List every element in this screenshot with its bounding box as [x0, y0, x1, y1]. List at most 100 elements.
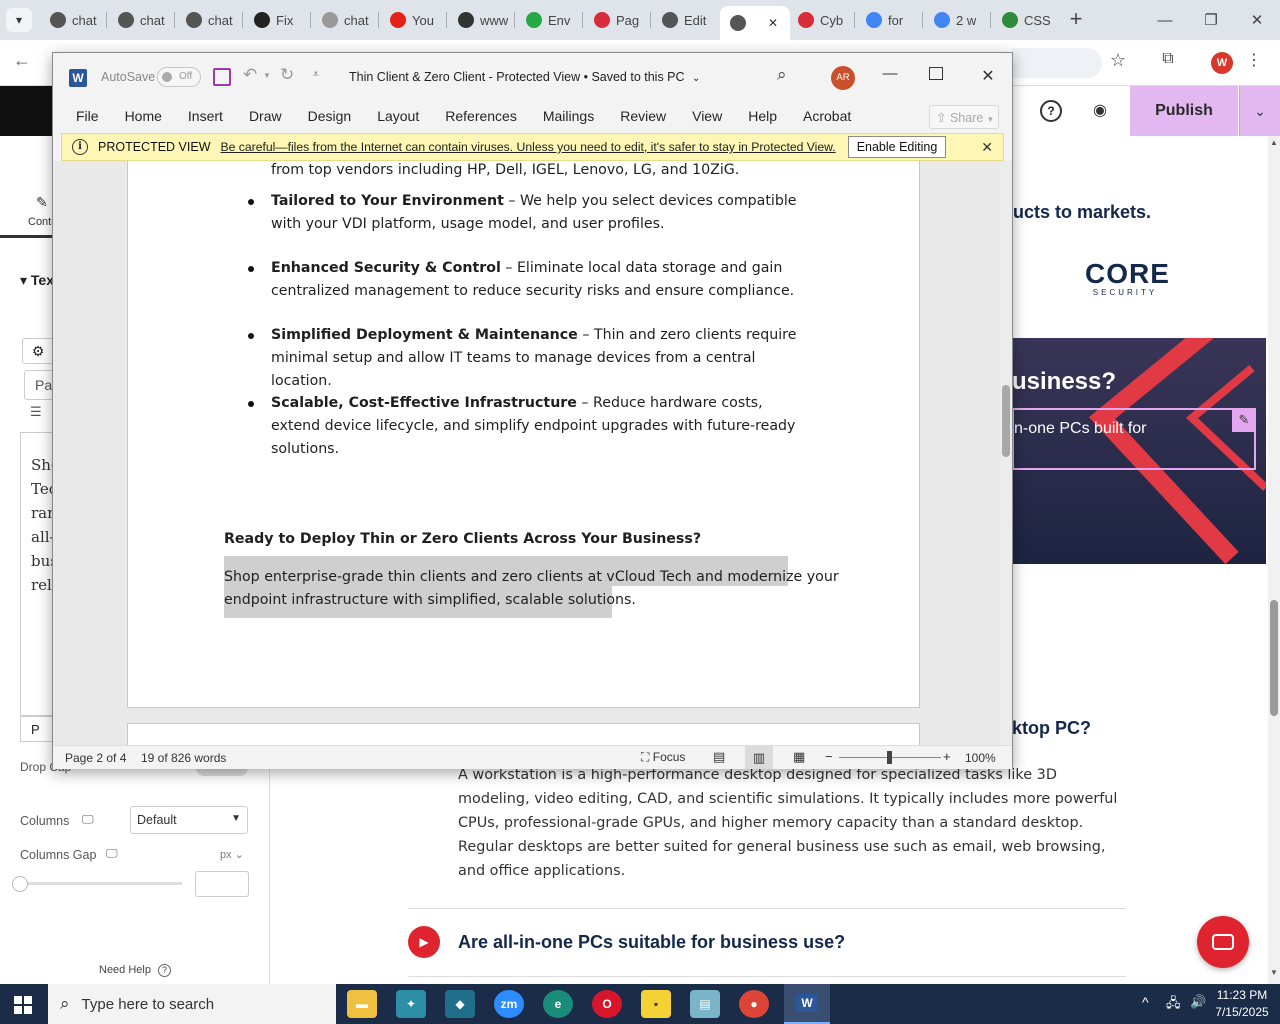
tab-close-icon[interactable]: ✕ — [768, 16, 778, 30]
browser-tab[interactable]: 2 w — [924, 6, 988, 34]
save-icon[interactable] — [213, 68, 231, 86]
scroll-thumb[interactable] — [1270, 600, 1278, 716]
columns-gap-slider-handle[interactable] — [12, 876, 28, 892]
browser-tab[interactable]: www — [448, 6, 512, 34]
zoom-out-icon[interactable]: − — [825, 749, 833, 764]
extensions-icon[interactable]: ⧉ — [1156, 50, 1180, 74]
browser-tab[interactable]: chat — [312, 6, 376, 34]
ribbon-tab[interactable]: Layout — [364, 108, 432, 124]
sticky-notes-icon[interactable]: ▪ — [641, 990, 671, 1018]
minimize-icon[interactable]: — — [1142, 0, 1188, 40]
back-icon[interactable]: ← — [10, 50, 34, 74]
focus-button[interactable]: ⛶ Focus — [641, 750, 685, 765]
word-close-icon[interactable]: ✕ — [977, 66, 999, 86]
responsive-desktop-icon[interactable]: 🖵 — [82, 812, 94, 827]
app-icon-diamond[interactable]: ◆ — [445, 990, 475, 1018]
scroll-up-arrow[interactable]: ▲ — [1270, 138, 1278, 147]
need-help-link[interactable]: Need Help ? — [99, 964, 172, 977]
undo-icon[interactable]: ↶ — [243, 65, 257, 85]
ribbon-tab[interactable]: Home — [112, 108, 175, 124]
opera-browser-icon[interactable]: O — [592, 990, 622, 1018]
word-minimize-icon[interactable]: — — [879, 65, 901, 82]
tab-search-button[interactable]: ▾ — [6, 8, 32, 32]
columns-gap-input[interactable] — [195, 871, 249, 897]
browser-tab[interactable]: chat — [40, 6, 104, 34]
edge-browser-icon[interactable]: e — [543, 990, 573, 1018]
protected-view-message[interactable]: Be careful—files from the Internet can c… — [221, 140, 836, 154]
help-icon[interactable]: ? — [1040, 100, 1062, 122]
zoom-slider-thumb[interactable] — [887, 751, 892, 764]
browser-tab[interactable]: for — [856, 6, 920, 34]
browser-tab[interactable]: chat — [176, 6, 240, 34]
profile-avatar[interactable]: W — [1211, 52, 1233, 74]
undo-dropdown-icon[interactable]: ▼ — [263, 71, 271, 80]
network-icon[interactable]: 🖧 — [1166, 994, 1181, 1016]
close-icon[interactable]: ✕ — [1234, 0, 1280, 40]
autosave-toggle[interactable]: Off — [157, 67, 201, 87]
document-scroll-thumb[interactable] — [1002, 385, 1010, 457]
new-tab-button[interactable]: + — [1064, 6, 1088, 34]
zoom-in-icon[interactable]: + — [943, 749, 951, 764]
word-taskbar-icon[interactable]: W — [784, 984, 830, 1024]
browser-tab[interactable]: Env — [516, 6, 580, 34]
publish-options-chevron-icon[interactable]: ⌄ — [1239, 86, 1280, 136]
volume-icon[interactable]: 🔊 — [1190, 994, 1206, 1010]
publish-button[interactable]: Publish — [1130, 86, 1238, 136]
chrome-browser-icon[interactable]: ● — [739, 990, 769, 1018]
ribbon-tab[interactable]: Help — [735, 108, 790, 124]
chat-launcher-button[interactable] — [1197, 916, 1249, 968]
list-format-icon[interactable]: ☰ — [30, 404, 42, 420]
app-icon-teal[interactable]: ✦ — [396, 990, 426, 1018]
content-tab[interactable]: ✎ Conte — [0, 186, 57, 238]
banner-text-box[interactable]: n-one PCs built for — [1012, 408, 1256, 470]
browser-tab[interactable]: Fix — [244, 6, 308, 34]
text-editor-area[interactable]: Sho Tec ran all-bus reli — [20, 432, 54, 716]
title-field-peek[interactable]: Pa — [24, 370, 54, 400]
ribbon-tab[interactable]: Draw — [236, 108, 295, 124]
restore-icon[interactable]: ❐ — [1188, 0, 1234, 40]
dynamic-tags-icon[interactable]: ⚙ — [22, 338, 54, 364]
faq-item-2[interactable]: ▶ Are all-in-one PCs suitable for busine… — [408, 926, 1126, 958]
search-icon[interactable]: ⌕ — [777, 65, 787, 85]
page-count[interactable]: Page 2 of 4 — [65, 751, 126, 765]
browser-tab[interactable]: Edit — [652, 6, 716, 34]
elementor-logo-icon[interactable] — [0, 86, 52, 136]
browser-tab[interactable]: Pag — [584, 6, 648, 34]
print-layout-icon[interactable]: ▥ — [745, 746, 773, 769]
ribbon-tab[interactable]: Review — [607, 108, 679, 124]
ribbon-tab[interactable]: Insert — [175, 108, 236, 124]
responsive-desktop-icon-2[interactable]: 🖵 — [106, 846, 118, 861]
read-mode-icon[interactable]: ▤ — [713, 749, 725, 765]
close-bar-icon[interactable]: ✕ — [981, 139, 993, 156]
document-page[interactable]: Leading Brands & Trusted Hardware – We o… — [127, 161, 920, 708]
user-avatar[interactable]: AR — [831, 66, 855, 90]
unit-selector[interactable]: px ⌄ — [220, 848, 244, 861]
enable-editing-button[interactable]: Enable Editing — [847, 136, 947, 158]
edit-widget-pencil-icon[interactable]: ✎ — [1232, 408, 1256, 432]
promo-banner[interactable]: usiness? n-one PCs built for ✎ — [1012, 338, 1266, 564]
windows-start-icon[interactable] — [14, 996, 32, 1014]
document-scrollbar[interactable] — [1000, 161, 1012, 745]
browser-tab[interactable]: chat — [108, 6, 172, 34]
preview-eye-icon[interactable]: ◉ — [1088, 100, 1112, 122]
address-bar[interactable] — [1012, 48, 1102, 78]
document-title[interactable]: Thin Client & Zero Client - Protected Vi… — [349, 70, 700, 84]
browser-tab[interactable]: You — [380, 6, 444, 34]
columns-gap-slider-track[interactable] — [20, 882, 182, 885]
clock[interactable]: 11:23 PM 7/15/2025 — [1210, 987, 1274, 1021]
browser-tab[interactable]: ✕ — [720, 6, 790, 40]
page-scrollbar[interactable]: ▲ ▼ — [1268, 136, 1280, 984]
web-layout-icon[interactable]: ▦ — [793, 749, 805, 765]
ribbon-tab[interactable]: File — [63, 108, 112, 124]
word-count[interactable]: 19 of 826 words — [141, 751, 226, 765]
word-maximize-icon[interactable] — [929, 67, 943, 80]
show-hidden-icons[interactable]: ^ — [1142, 994, 1149, 1010]
taskbar-search-box[interactable]: ⌕ Type here to search — [48, 984, 336, 1024]
zoom-level[interactable]: 100% — [965, 751, 996, 765]
customize-qat-icon[interactable]: ⩡ — [313, 69, 319, 80]
ribbon-tab[interactable]: References — [432, 108, 530, 124]
browser-menu-icon[interactable]: ⋮ — [1244, 50, 1264, 74]
ribbon-tab[interactable]: Acrobat — [790, 108, 864, 124]
ribbon-tab[interactable]: View — [679, 108, 735, 124]
html-tag-field[interactable]: P — [20, 716, 54, 742]
